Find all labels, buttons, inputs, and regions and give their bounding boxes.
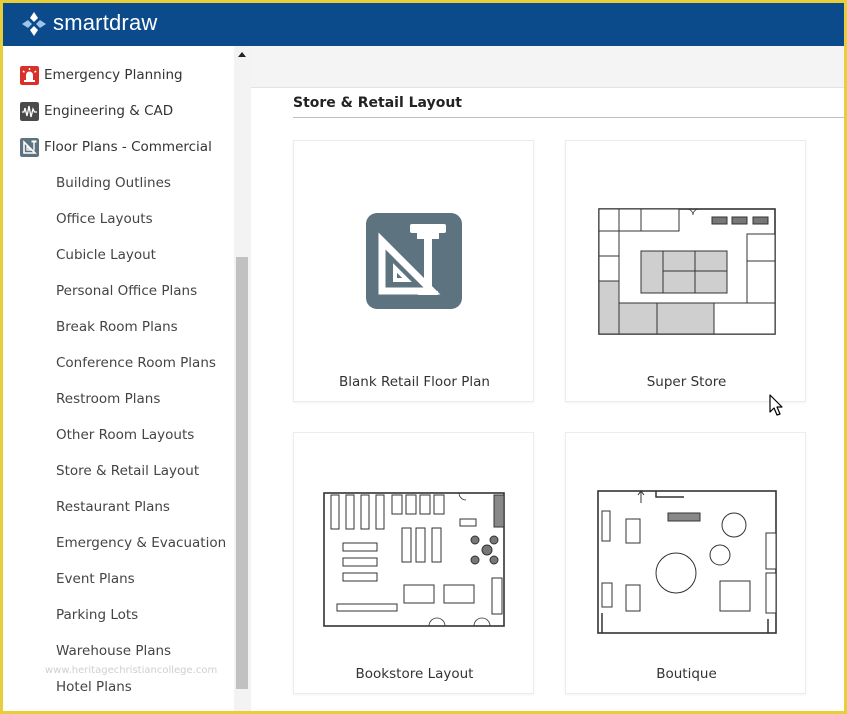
brand-name[interactable]: smartdraw (53, 10, 158, 36)
sidebar-item-conference-room-plans[interactable]: Conference Room Plans (56, 353, 216, 373)
template-card-boutique[interactable]: Boutique (565, 432, 806, 694)
sidebar-item-building-outlines[interactable]: Building Outlines (56, 173, 171, 193)
sidebar-item-store-retail-layout[interactable]: Store & Retail Layout (56, 461, 199, 481)
sidebar-category-label: Engineering & CAD (44, 103, 174, 119)
app-window: smartdraw Emergency Planning Engineering… (3, 3, 844, 711)
floor-plans-commercial-icon (20, 137, 39, 157)
engineering-cad-icon (20, 101, 39, 121)
sidebar-category-floor-plans-commercial[interactable]: Floor Plans - Commercial (20, 132, 230, 162)
sidebar: Emergency Planning Engineering & CAD Flo… (3, 46, 234, 711)
sidebar-item-other-room-layouts[interactable]: Other Room Layouts (56, 425, 194, 445)
sidebar-item-break-room-plans[interactable]: Break Room Plans (56, 317, 178, 337)
sidebar-category-label: Emergency Planning (44, 67, 183, 83)
template-card-bookstore-layout[interactable]: Bookstore Layout (293, 432, 534, 694)
boutique-plan-thumbnail (597, 490, 777, 634)
template-card-blank-retail-floor-plan[interactable]: Blank Retail Floor Plan (293, 140, 534, 402)
section-title: Store & Retail Layout (293, 95, 462, 111)
sidebar-item-emergency-evacuation[interactable]: Emergency & Evacuation (56, 533, 226, 553)
template-card-label: Boutique (656, 666, 717, 682)
emergency-planning-icon (20, 65, 39, 85)
template-card-label: Blank Retail Floor Plan (339, 374, 490, 390)
scroll-up-arrow-icon[interactable] (238, 52, 246, 57)
sidebar-item-office-layouts[interactable]: Office Layouts (56, 209, 153, 229)
sidebar-item-event-plans[interactable]: Event Plans (56, 569, 135, 589)
super-store-plan-thumbnail (598, 208, 776, 335)
sidebar-item-parking-lots[interactable]: Parking Lots (56, 605, 138, 625)
smartdraw-logo-icon (22, 12, 46, 36)
sidebar-item-restroom-plans[interactable]: Restroom Plans (56, 389, 160, 409)
toolbar-strip (251, 46, 844, 88)
floor-plan-icon (366, 213, 462, 309)
template-card-super-store[interactable]: Super Store (565, 140, 806, 402)
main-content: Store & Retail Layout Blank Retail Floor… (251, 46, 844, 711)
sidebar-category-emergency-planning[interactable]: Emergency Planning (20, 60, 230, 90)
sidebar-item-hotel-plans[interactable]: Hotel Plans (56, 677, 132, 697)
mouse-pointer-icon (769, 394, 783, 416)
sidebar-scrollbar[interactable] (234, 46, 251, 711)
sidebar-item-warehouse-plans[interactable]: Warehouse Plans (56, 641, 171, 661)
sidebar-item-personal-office-plans[interactable]: Personal Office Plans (56, 281, 197, 301)
template-card-label: Super Store (646, 374, 727, 390)
sidebar-category-engineering-cad[interactable]: Engineering & CAD (20, 96, 230, 126)
top-bar: smartdraw (3, 3, 844, 46)
section-divider (293, 117, 844, 118)
sidebar-item-restaurant-plans[interactable]: Restaurant Plans (56, 497, 170, 517)
watermark-text: www.heritagechristiancollege.com (45, 665, 218, 676)
bookstore-plan-thumbnail (323, 492, 505, 627)
template-card-label: Bookstore Layout (355, 666, 474, 682)
scrollbar-thumb[interactable] (236, 257, 248, 689)
sidebar-item-cubicle-layout[interactable]: Cubicle Layout (56, 245, 156, 265)
sidebar-category-label: Floor Plans - Commercial (44, 139, 212, 155)
